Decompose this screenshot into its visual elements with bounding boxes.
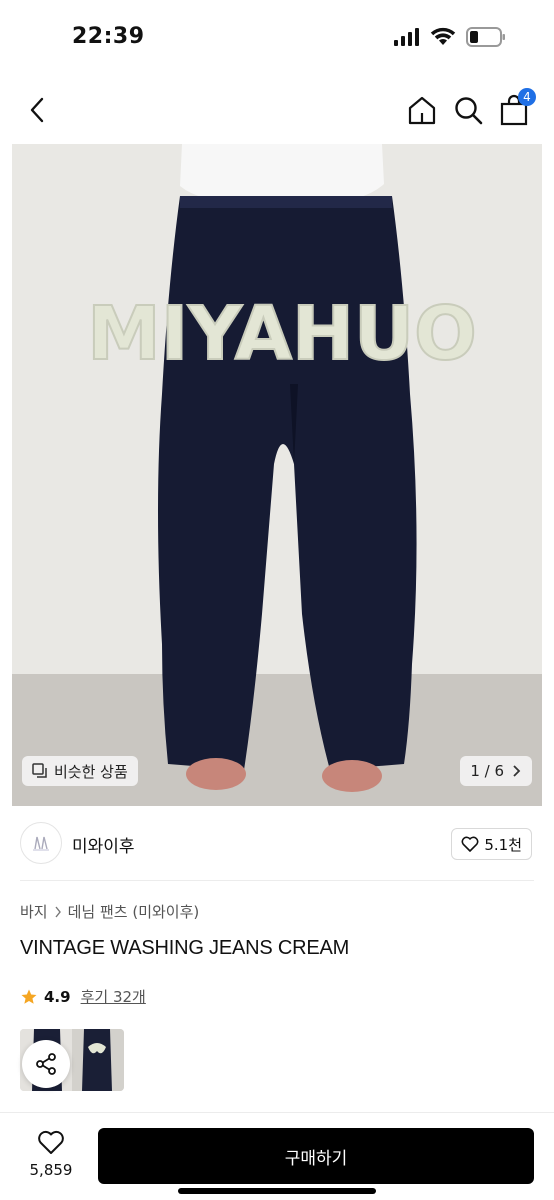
cart-button[interactable]: 4: [498, 88, 536, 126]
cart-badge: 4: [518, 88, 536, 106]
brand-name[interactable]: 미와이후: [72, 832, 135, 857]
signal-icon: [394, 28, 419, 46]
status-icons: [394, 27, 506, 47]
bottom-action-bar: 5,859 구매하기: [0, 1112, 554, 1200]
buy-button[interactable]: 구매하기: [98, 1128, 534, 1184]
back-arrow-icon[interactable]: [22, 94, 54, 126]
copy-icon: [32, 763, 47, 778]
breadcrumb: 바지 데님 팬츠 (미와이후): [20, 901, 199, 922]
status-bar: 22:39: [0, 0, 554, 76]
share-icon: [36, 1053, 56, 1075]
product-title: VINTAGE WASHING JEANS CREAM: [20, 937, 350, 959]
home-indicator: [178, 1188, 376, 1194]
rating-value: 4.9: [44, 987, 71, 1006]
chevron-right-icon: [55, 906, 61, 917]
product-image[interactable]: MIYAHUO 비슷한 상품 1 / 6: [12, 144, 542, 806]
rating-row: 4.9 후기 32개: [20, 986, 146, 1007]
divider: [20, 880, 534, 881]
top-nav: 4: [0, 76, 554, 144]
breadcrumb-subcategory[interactable]: 데님 팬츠 (미와이후): [68, 901, 200, 922]
jeans-print-text: MIYAHUO: [87, 291, 477, 377]
similar-products-label: 비슷한 상품: [54, 762, 128, 781]
brand-like-count: 5.1천: [484, 835, 522, 854]
image-page-indicator[interactable]: 1 / 6: [460, 756, 532, 786]
battery-icon: [466, 27, 505, 47]
star-icon: [21, 989, 37, 1004]
heart-icon: [38, 1130, 64, 1154]
search-icon[interactable]: [452, 94, 484, 126]
brand-logo[interactable]: [20, 822, 62, 864]
breadcrumb-category[interactable]: 바지: [20, 901, 48, 922]
jeans-photo: MIYAHUO: [12, 144, 542, 806]
brand-like-button[interactable]: 5.1천: [451, 828, 532, 860]
heart-icon: [461, 836, 479, 852]
reviews-link[interactable]: 후기 32개: [81, 986, 146, 1007]
wifi-icon: [430, 27, 456, 45]
wishlist-button[interactable]: 5,859: [20, 1129, 82, 1179]
share-button[interactable]: [22, 1040, 70, 1088]
page-indicator-label: 1 / 6: [470, 762, 504, 780]
status-time: 22:39: [72, 24, 145, 49]
chevron-right-icon: [513, 765, 521, 777]
similar-products-button[interactable]: 비슷한 상품: [22, 756, 138, 786]
wishlist-count: 5,859: [29, 1161, 73, 1179]
brand-logo-icon: [33, 836, 49, 851]
brand-row[interactable]: 미와이후 5.1천: [20, 818, 534, 870]
home-icon[interactable]: [406, 94, 438, 126]
